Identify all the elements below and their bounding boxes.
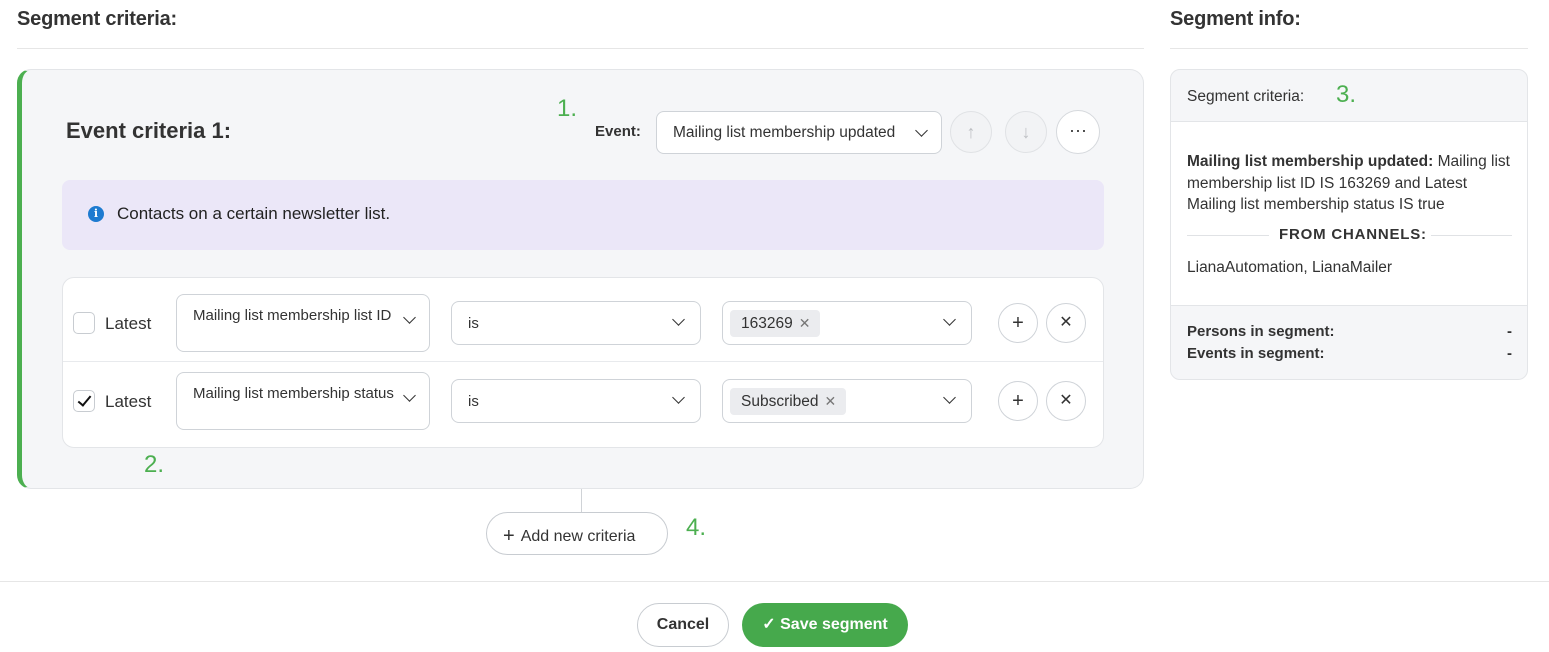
add-condition-button[interactable]: +: [998, 303, 1038, 343]
plus-icon: +: [1012, 390, 1024, 412]
operator-select-value: is: [468, 393, 479, 410]
remove-condition-button[interactable]: ✕: [1046, 381, 1086, 421]
value-select[interactable]: Subscribed ✕: [722, 379, 972, 423]
footer-divider: [0, 581, 1549, 582]
more-options-button[interactable]: ···: [1056, 110, 1100, 154]
checkmark-icon: [77, 392, 92, 407]
info-divider: [1170, 48, 1528, 49]
annotation-4: 4.: [686, 514, 707, 541]
ellipsis-icon: ···: [1069, 120, 1087, 140]
plus-icon: +: [503, 525, 515, 547]
remove-tag-icon[interactable]: ✕: [825, 393, 837, 409]
segment-info-heading: Segment info:: [1170, 8, 1301, 30]
checkmark-icon: ✓: [762, 616, 776, 633]
operator-select[interactable]: is: [451, 301, 701, 345]
chevron-down-icon: [943, 391, 956, 404]
segment-stats: Persons in segment: - Events in segment:…: [1187, 323, 1512, 367]
move-down-button[interactable]: ↓: [1005, 111, 1047, 153]
operator-select-value: is: [468, 315, 479, 332]
add-condition-button[interactable]: +: [998, 381, 1038, 421]
latest-label: Latest: [105, 392, 152, 411]
info-icon: i: [88, 206, 104, 222]
chevron-down-icon: [915, 124, 928, 137]
chevron-down-icon: [943, 313, 956, 326]
cancel-button[interactable]: Cancel: [637, 603, 729, 647]
annotation-1: 1.: [557, 95, 578, 122]
criteria-connector-line: [581, 489, 582, 513]
segment-info-panel: Segment criteria: 3. Mailing list member…: [1170, 69, 1528, 380]
persons-label: Persons in segment:: [1187, 323, 1335, 340]
event-criteria-card: Event criteria 1: 1. Event: Mailing list…: [17, 69, 1144, 489]
channels-value: LianaAutomation, LianaMailer: [1187, 259, 1393, 276]
value-select[interactable]: 163269 ✕: [722, 301, 972, 345]
add-new-criteria-label: Add new criteria: [520, 528, 636, 545]
latest-checkbox[interactable]: [73, 312, 95, 334]
field-select-value: Mailing list membership list ID: [193, 307, 392, 324]
criteria-row: Latest Mailing list membership status is…: [63, 363, 1103, 447]
value-tag-label: 163269: [741, 315, 793, 332]
plus-icon: +: [1012, 312, 1024, 334]
events-label: Events in segment:: [1187, 345, 1325, 362]
channels-label: FROM CHANNELS:: [1279, 226, 1427, 243]
criteria-summary-event: Mailing list membership updated:: [1187, 153, 1434, 170]
add-new-criteria-button[interactable]: + Add new criteria: [486, 512, 668, 555]
arrow-down-icon: ↓: [1021, 122, 1031, 142]
operator-select[interactable]: is: [451, 379, 701, 423]
info-panel-criteria-label: Segment criteria:: [1187, 88, 1305, 105]
field-select-value: Mailing list membership status: [193, 385, 394, 402]
criteria-description: Contacts on a certain newsletter list.: [117, 204, 391, 223]
criteria-description-box: i Contacts on a certain newsletter list.: [62, 180, 1104, 250]
move-up-button[interactable]: ↑: [950, 111, 992, 153]
separator-line-right: [1431, 235, 1512, 236]
persons-in-segment-row: Persons in segment: -: [1187, 323, 1512, 345]
event-label: Event:: [595, 123, 641, 140]
latest-checkbox[interactable]: [73, 390, 95, 412]
save-segment-button[interactable]: ✓ Save segment: [742, 603, 908, 647]
save-segment-label: Save segment: [780, 616, 888, 633]
criteria-row: Latest Mailing list membership list ID i…: [63, 278, 1103, 362]
latest-label: Latest: [105, 314, 152, 333]
field-select[interactable]: Mailing list membership list ID: [176, 294, 430, 352]
arrow-up-icon: ↑: [966, 122, 976, 142]
remove-tag-icon[interactable]: ✕: [799, 315, 811, 331]
persons-value: -: [1507, 323, 1512, 340]
chevron-down-icon: [403, 389, 416, 402]
channels-separator: FROM CHANNELS:: [1187, 226, 1512, 246]
event-criteria-title: Event criteria 1:: [66, 118, 232, 143]
separator-line-left: [1187, 235, 1269, 236]
value-tag: Subscribed ✕: [730, 388, 847, 415]
events-value: -: [1507, 345, 1512, 362]
criteria-divider: [17, 48, 1144, 49]
field-select[interactable]: Mailing list membership status: [176, 372, 430, 430]
events-in-segment-row: Events in segment: -: [1187, 345, 1512, 367]
info-panel-header: Segment criteria: 3.: [1171, 70, 1527, 122]
info-panel-body: Mailing list membership updated: Mailing…: [1171, 122, 1527, 306]
value-tag: 163269 ✕: [730, 310, 821, 337]
criteria-rows: Latest Mailing list membership list ID i…: [62, 277, 1104, 448]
remove-condition-button[interactable]: ✕: [1046, 303, 1086, 343]
annotation-2: 2.: [144, 451, 165, 478]
annotation-3: 3.: [1336, 81, 1357, 108]
close-icon: ✕: [1059, 314, 1073, 331]
criteria-summary: Mailing list membership updated: Mailing…: [1187, 151, 1517, 216]
event-select[interactable]: Mailing list membership updated: [656, 111, 942, 154]
chevron-down-icon: [403, 311, 416, 324]
value-tag-label: Subscribed: [741, 393, 819, 410]
segment-criteria-heading: Segment criteria:: [17, 8, 177, 30]
event-select-value: Mailing list membership updated: [673, 124, 896, 141]
close-icon: ✕: [1059, 392, 1073, 409]
